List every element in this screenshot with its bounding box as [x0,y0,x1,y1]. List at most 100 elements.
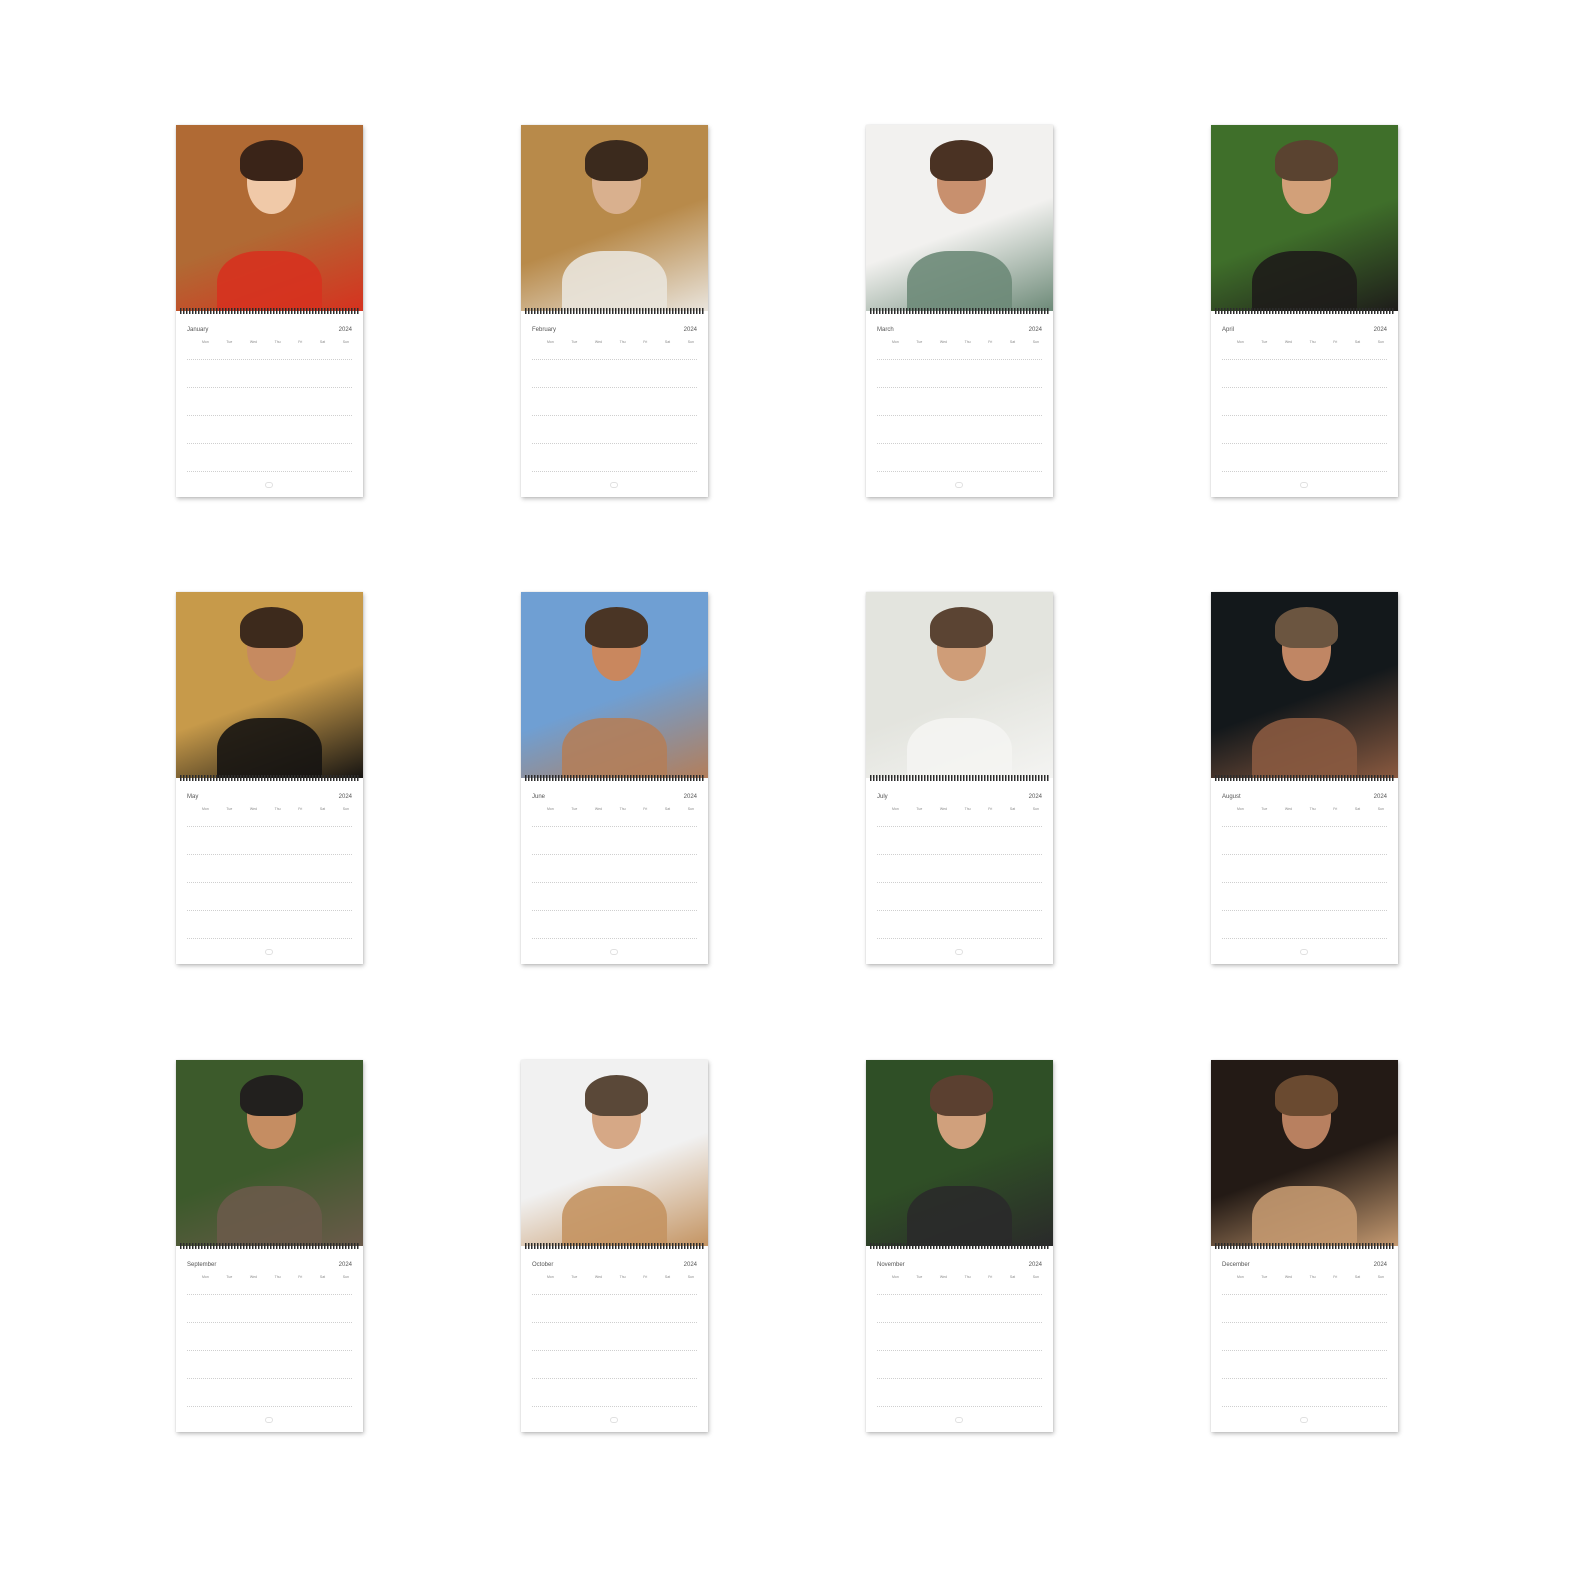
spiral-binding [525,308,704,314]
weekday-label: Mon [202,340,209,344]
month-name: August [1222,794,1241,800]
year-label: 2024 [1028,794,1042,800]
weekday-label: Sat [1354,1275,1361,1279]
weekday-label: Wed [249,807,258,811]
week-row-line [187,471,352,472]
week-row-line [1222,826,1387,827]
weekday-header: Mon Tue Wed Thu Fri Sat Sun [892,1275,1039,1279]
week-row-line [1222,1406,1387,1407]
weekday-label: Fri [643,340,648,344]
month-name: September [187,1262,217,1268]
weekday-label: Wed [249,1275,258,1279]
weekday-label: Sat [319,340,326,344]
footer-logo [1300,1417,1308,1423]
month-grid: May 2024 Mon Tue Wed Thu Fri Sat Sun [176,782,363,964]
month-grid: April 2024 Mon Tue Wed Thu Fri Sat Sun [1211,315,1398,497]
week-row-line [532,471,697,472]
week-row-line [532,854,697,855]
week-row-line [187,1378,352,1379]
month-photo [521,125,708,311]
week-row-line [187,938,352,939]
footer-logo [265,1417,273,1423]
weekday-label: Sun [342,1275,349,1279]
calendar-page-july: July 2024 Mon Tue Wed Thu Fri Sat Sun [866,592,1053,964]
weekday-label: Fri [988,340,993,344]
year-label: 2024 [338,794,352,800]
weekday-label: Fri [643,807,648,811]
year-label: 2024 [683,794,697,800]
week-row-line [1222,854,1387,855]
weekday-label: Sun [1032,340,1039,344]
week-row-line [187,387,352,388]
month-grid: January 2024 Mon Tue Wed Thu Fri Sat Sun [176,315,363,497]
month-grid: March 2024 Mon Tue Wed Thu Fri Sat Sun [866,315,1053,497]
year-label: 2024 [1373,327,1387,333]
week-row-line [877,415,1042,416]
week-row-line [532,443,697,444]
weekday-label: Wed [594,807,603,811]
weekday-label: Thu [619,1275,626,1279]
month-grid: September 2024 Mon Tue Wed Thu Fri Sat Sun [176,1250,363,1432]
week-row-line [1222,387,1387,388]
week-row-line [1222,882,1387,883]
weekday-label: Mon [1237,807,1244,811]
week-row-line [532,1378,697,1379]
week-row-line [187,415,352,416]
weekday-label: Thu [274,1275,281,1279]
calendar-page-may: May 2024 Mon Tue Wed Thu Fri Sat Sun [176,592,363,964]
year-label: 2024 [683,1262,697,1268]
spiral-binding [870,775,1049,781]
spiral-binding [870,308,1049,314]
week-row-line [187,1322,352,1323]
week-row-line [187,359,352,360]
weekday-label: Thu [274,807,281,811]
calendar-page-december: December 2024 Mon Tue Wed Thu Fri Sat Sun [1211,1060,1398,1432]
month-grid: December 2024 Mon Tue Wed Thu Fri Sat Sun [1211,1250,1398,1432]
weekday-label: Sat [319,1275,326,1279]
weekday-label: Fri [298,1275,303,1279]
week-row-line [1222,910,1387,911]
calendar-page-october: October 2024 Mon Tue Wed Thu Fri Sat Sun [521,1060,708,1432]
month-name: April [1222,327,1235,333]
weekday-header: Mon Tue Wed Thu Fri Sat Sun [547,807,694,811]
spiral-binding [1215,308,1394,314]
weekday-header: Mon Tue Wed Thu Fri Sat Sun [202,340,349,344]
week-row-line [187,1350,352,1351]
weekday-label: Mon [202,1275,209,1279]
spiral-binding [1215,775,1394,781]
weekday-label: Sun [1377,807,1384,811]
week-row-line [187,1294,352,1295]
week-row-line [187,443,352,444]
month-name: January [187,327,209,333]
weekday-label: Fri [1333,807,1338,811]
week-row-line [1222,1294,1387,1295]
footer-logo [610,482,618,488]
week-row-line [1222,938,1387,939]
weekday-label: Tue [571,1275,578,1279]
month-name: February [532,327,557,333]
weekday-label: Sun [1377,340,1384,344]
week-row-line [877,1378,1042,1379]
weekday-label: Thu [964,1275,971,1279]
footer-logo [265,482,273,488]
weekday-label: Tue [1261,340,1268,344]
week-row-line [187,910,352,911]
weekday-label: Fri [1333,340,1338,344]
month-name: June [532,794,546,800]
weekday-label: Tue [916,807,923,811]
year-label: 2024 [683,327,697,333]
weekday-label: Tue [226,340,233,344]
footer-logo [1300,482,1308,488]
spiral-binding [870,1243,1049,1249]
weekday-label: Sat [664,807,671,811]
weekday-label: Mon [892,1275,899,1279]
weekday-label: Tue [226,1275,233,1279]
weekday-label: Mon [1237,340,1244,344]
month-photo [866,1060,1053,1246]
year-label: 2024 [1373,1262,1387,1268]
month-photo [176,125,363,311]
weekday-label: Tue [916,1275,923,1279]
year-label: 2024 [1028,327,1042,333]
weekday-label: Wed [939,807,948,811]
week-row-line [877,1406,1042,1407]
